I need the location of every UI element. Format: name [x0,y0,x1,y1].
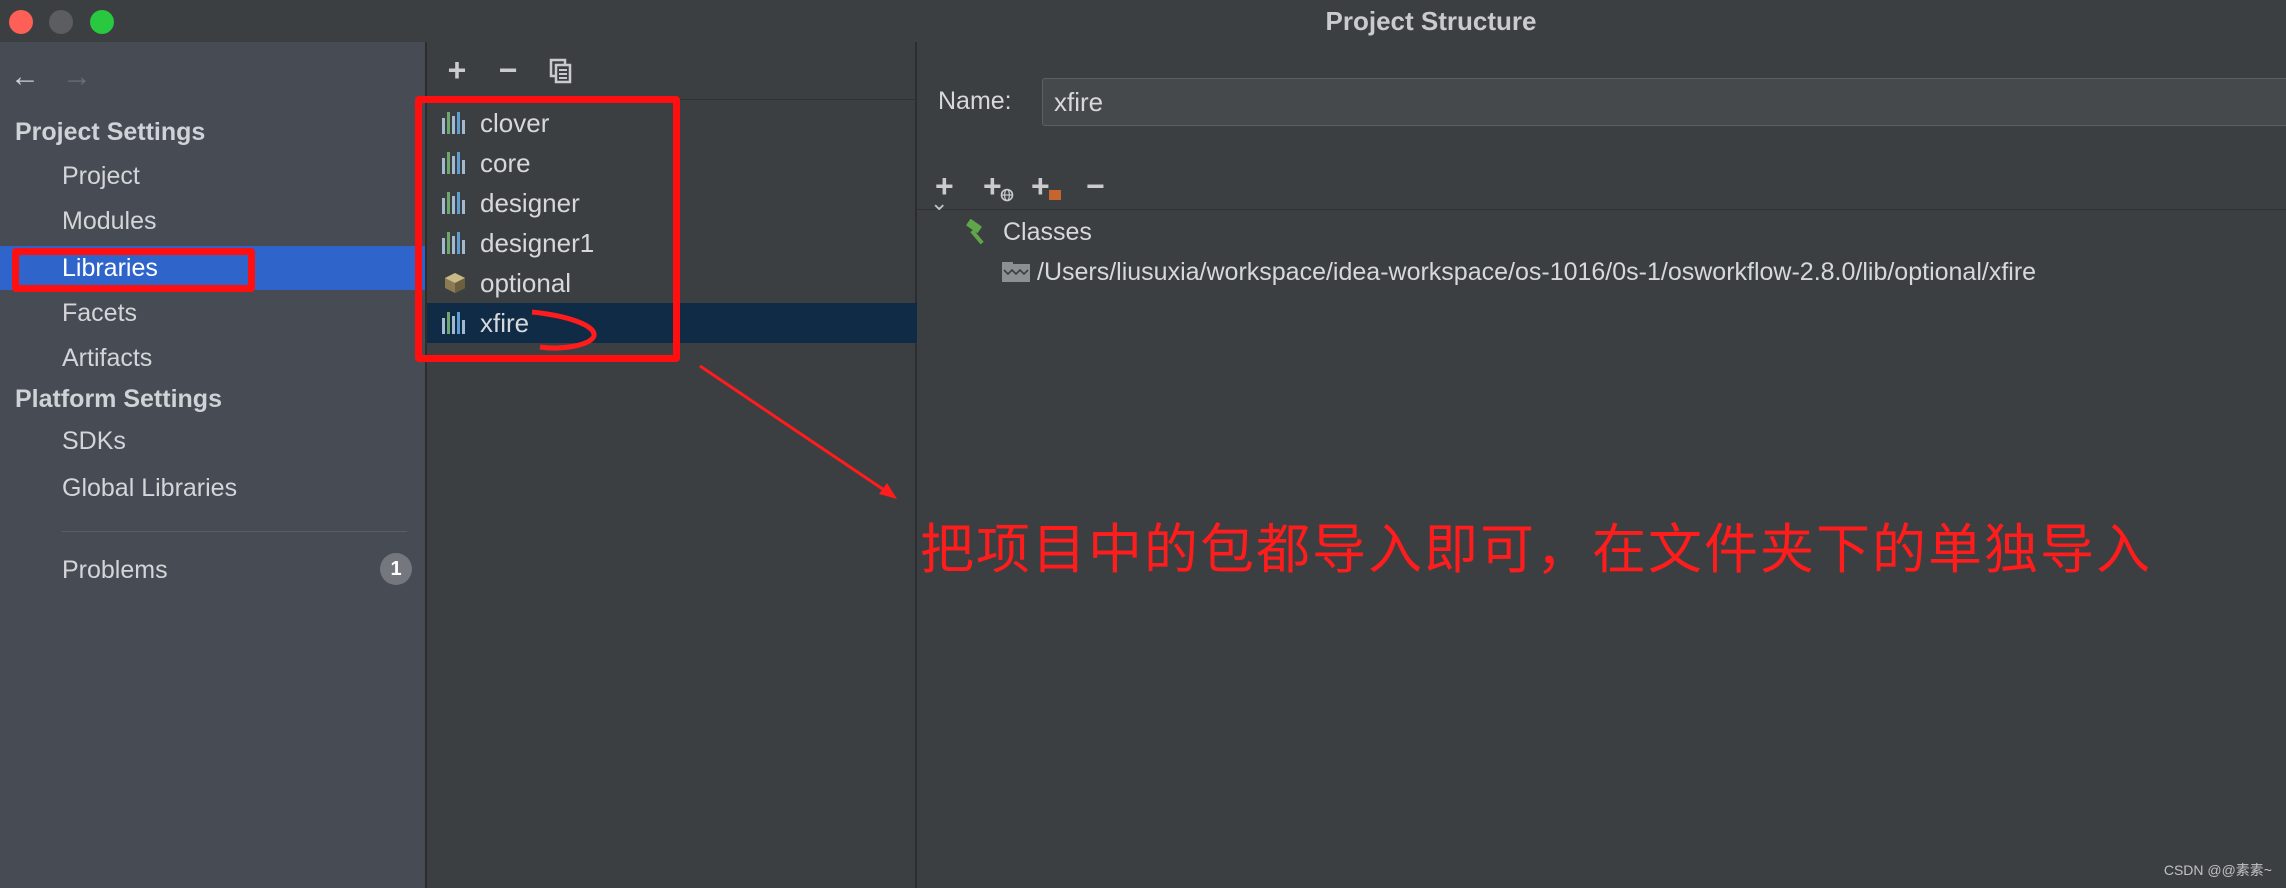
library-label: designer [480,188,580,218]
sidebar-item-problems[interactable]: Problems [0,548,425,592]
maximize-window-button[interactable] [90,10,114,34]
folder-jars-icon [1002,262,1030,282]
library-icon [442,312,468,334]
library-item-designer[interactable]: designer [427,183,917,223]
add-jar-label: + [1031,168,1050,204]
library-icon [442,112,468,134]
library-item-clover[interactable]: clover [427,103,917,143]
sidebar-item-facets[interactable]: Facets [0,291,425,335]
add-url-button[interactable]: + [983,166,1014,206]
problems-count-badge: 1 [380,553,412,585]
back-arrow-icon[interactable]: ← [10,62,40,92]
minimize-window-button[interactable] [49,10,73,34]
classes-label: Classes [1003,218,1092,246]
window-title: Project Structure [1325,6,1537,36]
globe-icon [1000,188,1014,202]
copy-library-button[interactable] [546,56,576,86]
jar-icon [445,273,465,293]
add-url-label: + [983,168,1002,204]
copy-icon [549,58,572,84]
name-label: Name: [938,87,1012,115]
annotation-text: 把项目中的包都导入即可，在文件夹下的单独导入 [920,518,2152,581]
library-item-xfire[interactable]: xfire [427,303,917,343]
watermark: CSDN @@素素~ [2163,862,2272,878]
sidebar-item-artifacts[interactable]: Artifacts [0,336,425,380]
library-label: xfire [480,308,530,338]
sidebar-item-sdks[interactable]: SDKs [0,419,425,463]
hammer-icon [966,219,984,245]
library-item-core[interactable]: core [427,143,917,183]
classes-toolbar: + + + − [917,166,2286,210]
add-library-button[interactable]: + [442,54,472,86]
library-label: clover [480,108,550,138]
project-settings-header: Project Settings [15,118,206,146]
library-details-panel: Name: xfire + + + − ⌄ Classes /Users/liu… [917,42,2286,888]
library-icon [442,152,468,174]
remove-library-button[interactable]: − [493,54,523,86]
library-icon [442,232,468,254]
project-structure-window: Project Structure ← → Project Settings P… [0,0,2286,888]
sidebar-item-modules[interactable]: Modules [0,199,425,243]
library-icon [442,192,468,214]
sidebar-item-libraries[interactable]: Libraries [0,246,425,290]
library-item-optional[interactable]: optional [427,263,917,303]
classes-path-label: /Users/liusuxia/workspace/idea-workspace… [1037,258,2037,286]
sidebar-item-global-libraries[interactable]: Global Libraries [0,466,425,510]
close-window-button[interactable] [9,10,33,34]
library-item-designer1[interactable]: designer1 [427,223,917,263]
library-label: optional [480,268,572,298]
forward-arrow-icon[interactable]: → [62,62,92,92]
folder-icon [1049,190,1061,200]
library-name-field[interactable]: xfire [1042,78,2286,126]
chevron-down-icon[interactable]: ⌄ [930,190,948,216]
add-jar-directory-button[interactable]: + [1031,166,1061,206]
sidebar-item-project[interactable]: Project [0,154,425,198]
settings-sidebar: ← → Project Settings Project Modules Lib… [0,42,425,888]
library-label: designer1 [480,228,595,258]
libraries-toolbar: + − [427,42,917,100]
libraries-list-panel: + − clover core designer designer1 optio… [425,42,917,888]
sidebar-divider [62,531,407,532]
remove-button[interactable]: − [1086,166,1105,206]
title-bar: Project Structure [0,0,2286,42]
library-label: core [480,148,531,178]
platform-settings-header: Platform Settings [15,385,222,413]
